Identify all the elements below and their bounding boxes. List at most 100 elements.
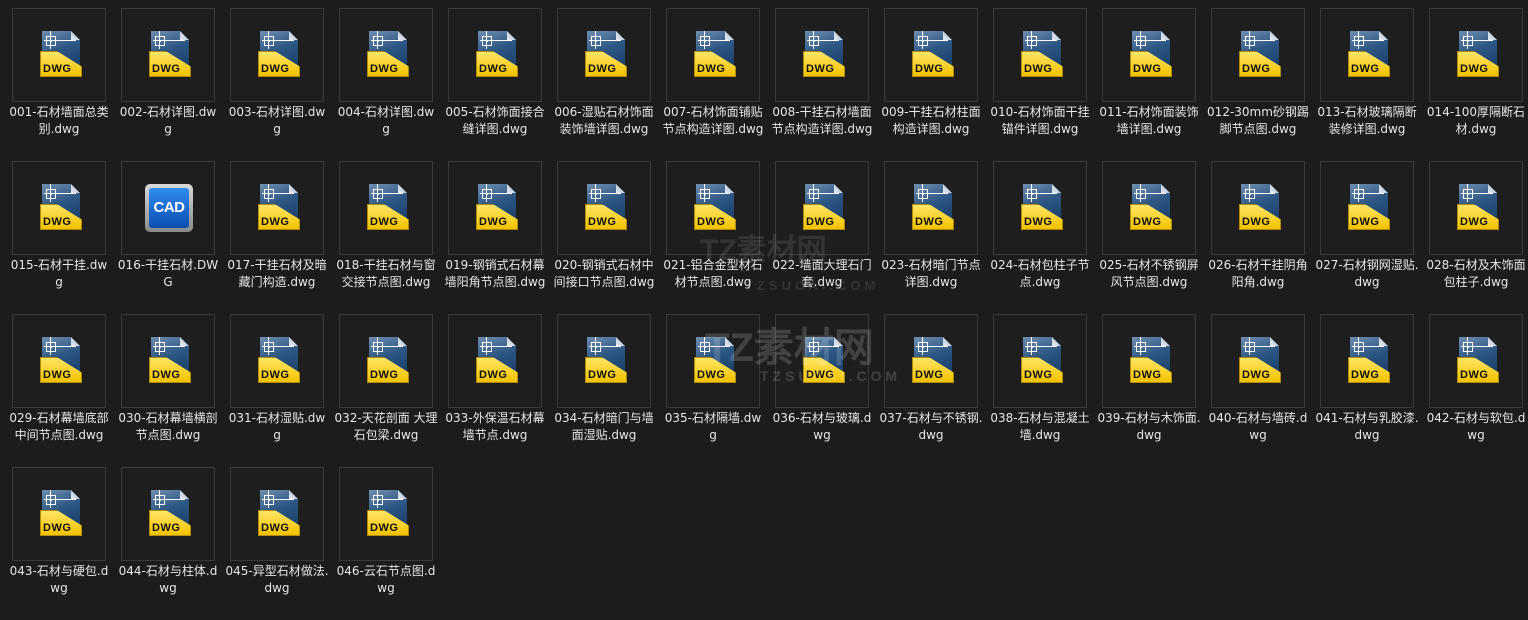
file-name[interactable]: 036-石材与玻璃.dwg (770, 410, 874, 444)
file-thumbnail[interactable]: DWG (448, 8, 542, 102)
file-thumbnail[interactable]: DWG (339, 314, 433, 408)
file-thumbnail[interactable]: DWG (339, 161, 433, 255)
file-thumbnail[interactable]: DWG (666, 314, 760, 408)
file-item[interactable]: DWG 022-墙面大理石门套.dwg (772, 161, 872, 314)
file-name[interactable]: 029-石材幕墙底部中间节点图.dwg (7, 410, 111, 444)
file-thumbnail[interactable]: DWG (775, 161, 869, 255)
file-thumbnail[interactable]: DWG (666, 161, 760, 255)
file-item[interactable]: DWG 046-云石节点图.dwg (337, 467, 435, 620)
file-thumbnail[interactable]: DWG (1102, 8, 1196, 102)
file-thumbnail[interactable]: DWG (1102, 161, 1196, 255)
file-item[interactable]: DWG 044-石材与柱体.dwg (119, 467, 217, 620)
file-item[interactable]: DWG 004-石材详图.dwg (338, 8, 434, 161)
file-name[interactable]: 015-石材干挂.dwg (7, 257, 111, 291)
file-item[interactable]: DWG 033-外保温石材幕墙节点.dwg (445, 314, 545, 467)
file-item[interactable]: DWG 017-干挂石材及暗藏门构造.dwg (227, 161, 327, 314)
file-item[interactable]: DWG 003-石材详图.dwg (229, 8, 325, 161)
file-name[interactable]: 034-石材暗门与墙面湿贴.dwg (552, 410, 656, 444)
file-item[interactable]: DWG 037-石材与不锈钢.dwg (879, 314, 983, 467)
file-name[interactable]: 018-干挂石材与窗交接节点图.dwg (334, 257, 438, 291)
file-item[interactable]: DWG 042-石材与软包.dwg (1427, 314, 1525, 467)
file-thumbnail[interactable]: DWG (1211, 8, 1305, 102)
file-item[interactable]: DWG 034-石材暗门与墙面湿贴.dwg (554, 314, 654, 467)
file-name[interactable]: 023-石材暗门节点详图.dwg (879, 257, 983, 291)
file-name[interactable]: 008-干挂石材墙面节点构造详图.dwg (770, 104, 874, 138)
file-thumbnail[interactable]: DWG (1320, 161, 1414, 255)
file-item[interactable]: DWG 011-石材饰面装饰墙详图.dwg (1099, 8, 1199, 161)
file-item[interactable]: DWG 002-石材详图.dwg (120, 8, 216, 161)
file-name[interactable]: 032-天花剖面 大理石包梁.dwg (334, 410, 438, 444)
file-item[interactable]: DWG 039-石材与木饰面.dwg (1097, 314, 1201, 467)
file-item[interactable]: DWG 038-石材与混凝土墙.dwg (990, 314, 1090, 467)
file-item[interactable]: DWG 001-石材墙面总类别.dwg (9, 8, 109, 161)
file-name[interactable]: 002-石材详图.dwg (116, 104, 220, 138)
file-item[interactable]: DWG 029-石材幕墙底部中间节点图.dwg (9, 314, 109, 467)
file-name[interactable]: 020-钢销式石材中间接口节点图.dwg (552, 257, 656, 291)
file-name[interactable]: 031-石材湿贴.dwg (225, 410, 329, 444)
file-item[interactable]: DWG 005-石材饰面接合缝详图.dwg (445, 8, 545, 161)
file-thumbnail[interactable]: DWG (1429, 161, 1523, 255)
file-name[interactable]: 009-干挂石材柱面构造详图.dwg (879, 104, 983, 138)
file-name[interactable]: 012-30mm砂钢踢脚节点图.dwg (1206, 104, 1310, 138)
file-thumbnail[interactable]: DWG (884, 314, 978, 408)
file-thumbnail[interactable]: DWG (993, 314, 1087, 408)
file-item[interactable]: DWG 012-30mm砂钢踢脚节点图.dwg (1207, 8, 1309, 161)
file-thumbnail[interactable]: DWG (1102, 314, 1196, 408)
file-item[interactable]: DWG 043-石材与硬包.dwg (10, 467, 108, 620)
file-name[interactable]: 022-墙面大理石门套.dwg (770, 257, 874, 291)
file-item[interactable]: DWG 032-天花剖面 大理石包梁.dwg (334, 314, 438, 467)
file-thumbnail[interactable]: DWG (557, 8, 651, 102)
file-thumbnail[interactable]: DWG (12, 467, 106, 561)
file-thumbnail[interactable]: DWG (12, 314, 106, 408)
file-name[interactable]: 028-石材及木饰面包柱子.dwg (1424, 257, 1528, 291)
file-name[interactable]: 045-异型石材做法.dwg (225, 563, 329, 597)
file-name[interactable]: 003-石材详图.dwg (225, 104, 329, 138)
file-thumbnail[interactable]: DWG (775, 314, 869, 408)
file-item[interactable]: DWG 006-湿贴石材饰面装饰墙详图.dwg (554, 8, 654, 161)
file-thumbnail[interactable]: DWG (121, 8, 215, 102)
file-thumbnail[interactable]: DWG (448, 314, 542, 408)
file-thumbnail[interactable]: DWG (230, 314, 324, 408)
file-thumbnail[interactable]: DWG (339, 467, 433, 561)
file-item[interactable]: DWG 021-铝合金型材石材节点图.dwg (663, 161, 763, 314)
file-name[interactable]: 019-钢销式石材幕墙阳角节点图.dwg (443, 257, 547, 291)
file-name[interactable]: 025-石材不锈钢屏风节点图.dwg (1097, 257, 1201, 291)
file-item[interactable]: CAD 016-干挂石材.DWG (118, 161, 218, 314)
file-item[interactable]: DWG 013-石材玻璃隔断装修详图.dwg (1317, 8, 1417, 161)
file-thumbnail[interactable]: DWG (121, 314, 215, 408)
file-item[interactable]: DWG 026-石材干挂阴角阳角.dwg (1208, 161, 1308, 314)
file-thumbnail[interactable]: DWG (230, 467, 324, 561)
file-thumbnail[interactable]: DWG (121, 467, 215, 561)
file-item[interactable]: DWG 027-石材钢网湿贴.dwg (1315, 161, 1419, 314)
file-name[interactable]: 010-石材饰面干挂锚件详图.dwg (988, 104, 1092, 138)
file-name[interactable]: 044-石材与柱体.dwg (116, 563, 220, 597)
file-name[interactable]: 030-石材幕墙横剖节点图.dwg (116, 410, 220, 444)
file-item[interactable]: DWG 010-石材饰面干挂锚件详图.dwg (990, 8, 1090, 161)
file-name[interactable]: 016-干挂石材.DWG (116, 257, 220, 291)
file-item[interactable]: DWG 019-钢销式石材幕墙阳角节点图.dwg (445, 161, 545, 314)
file-thumbnail[interactable]: DWG (1429, 8, 1523, 102)
file-thumbnail[interactable]: DWG (230, 161, 324, 255)
file-name[interactable]: 017-干挂石材及暗藏门构造.dwg (225, 257, 329, 291)
file-item[interactable]: DWG 036-石材与玻璃.dwg (773, 314, 871, 467)
file-thumbnail[interactable]: DWG (339, 8, 433, 102)
file-item[interactable]: DWG 018-干挂石材与窗交接节点图.dwg (336, 161, 436, 314)
file-item[interactable]: DWG 030-石材幕墙横剖节点图.dwg (118, 314, 218, 467)
file-name[interactable]: 040-石材与墙砖.dwg (1206, 410, 1310, 444)
file-thumbnail[interactable]: DWG (775, 8, 869, 102)
file-thumbnail[interactable]: DWG (1320, 314, 1414, 408)
file-item[interactable]: DWG 009-干挂石材柱面构造详图.dwg (881, 8, 981, 161)
file-item[interactable]: DWG 041-石材与乳胶漆.dwg (1315, 314, 1419, 467)
file-name[interactable]: 021-铝合金型材石材节点图.dwg (661, 257, 765, 291)
file-name[interactable]: 035-石材隔墙.dwg (661, 410, 765, 444)
file-item[interactable]: DWG 020-钢销式石材中间接口节点图.dwg (554, 161, 654, 314)
file-thumbnail[interactable]: DWG (12, 161, 106, 255)
file-thumbnail[interactable]: DWG (12, 8, 106, 102)
file-item[interactable]: DWG 008-干挂石材墙面节点构造详图.dwg (772, 8, 872, 161)
file-item[interactable]: DWG 007-石材饰面铺贴节点构造详图.dwg (663, 8, 763, 161)
file-name[interactable]: 046-云石节点图.dwg (334, 563, 438, 597)
file-name[interactable]: 001-石材墙面总类别.dwg (7, 104, 111, 138)
file-name[interactable]: 037-石材与不锈钢.dwg (879, 410, 983, 444)
file-item[interactable]: DWG 035-石材隔墙.dwg (665, 314, 761, 467)
file-name[interactable]: 026-石材干挂阴角阳角.dwg (1206, 257, 1310, 291)
